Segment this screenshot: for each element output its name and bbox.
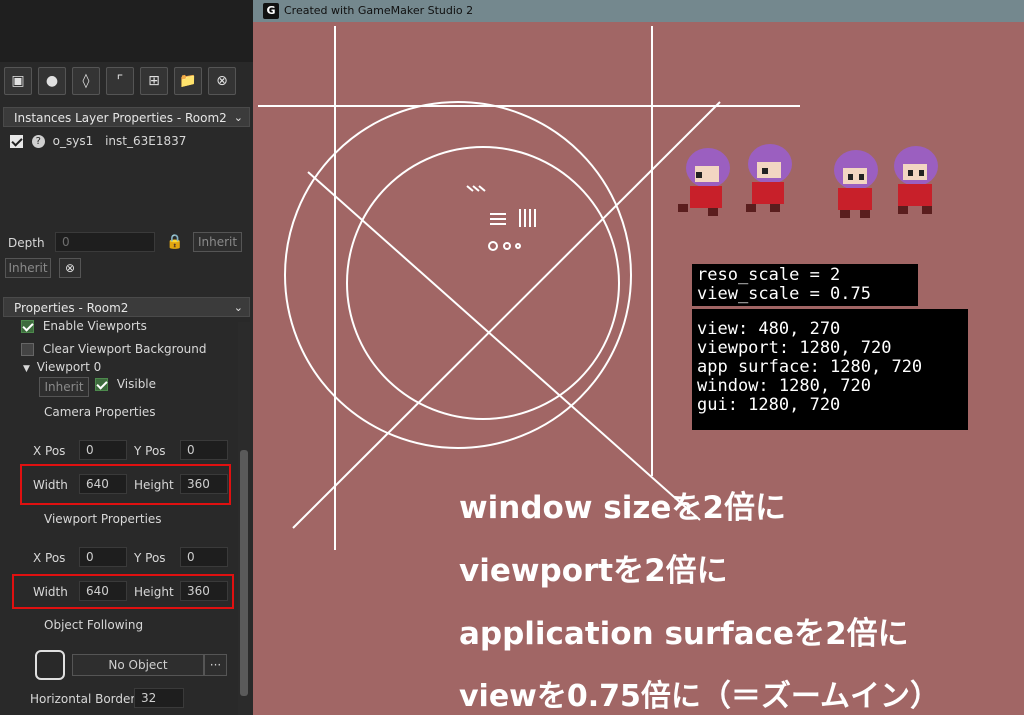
debug-size-box: view: 480, 270 viewport: 1280, 720 app s…	[692, 309, 968, 430]
character-sprite	[894, 146, 938, 214]
outer-circle	[284, 101, 632, 449]
character-sprite	[834, 150, 878, 218]
diagonal-line	[292, 101, 721, 529]
caption-app-surface: application surfaceを2倍に	[459, 616, 909, 652]
debug-line: window: 1280, 720	[697, 376, 871, 396]
character-sprite	[678, 148, 730, 216]
center-glyphs	[466, 185, 536, 251]
debug-line: gui: 1280, 720	[697, 395, 841, 415]
inner-circle	[346, 146, 620, 420]
caption-view-zoom: viewを0.75倍に（＝ズームイン）	[459, 679, 941, 714]
caption-window-size: window sizeを2倍に	[459, 490, 786, 526]
debug-scale-box: reso_scale = 2 view_scale = 0.75	[692, 264, 918, 306]
debug-line: reso_scale = 2	[697, 265, 841, 285]
character-sprite	[746, 144, 792, 212]
debug-line: viewport: 1280, 720	[697, 338, 892, 358]
debug-line: view_scale = 0.75	[697, 284, 871, 304]
debug-line: app surface: 1280, 720	[697, 357, 923, 377]
debug-line: view: 480, 270	[697, 319, 841, 339]
caption-viewport: viewportを2倍に	[459, 553, 728, 589]
